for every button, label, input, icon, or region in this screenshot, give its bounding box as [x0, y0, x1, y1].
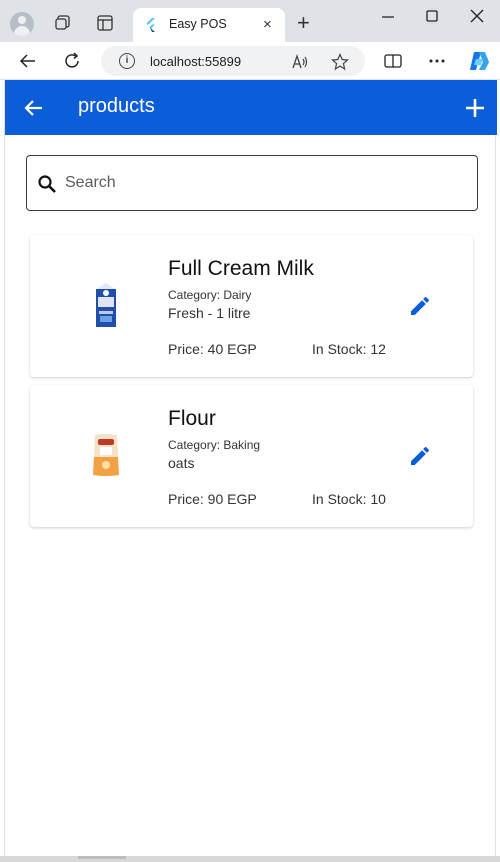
refresh-icon[interactable] [62, 51, 82, 71]
add-icon[interactable] [463, 96, 487, 120]
tab-close-icon[interactable]: × [263, 17, 272, 32]
product-card[interactable]: Flour Category: Baking oats Price: 90 EG… [30, 385, 473, 527]
url-bar[interactable]: i localhost:55899 [101, 46, 365, 76]
app-viewport: products Full Cream Milk Category: Dairy… [4, 80, 497, 860]
product-stock: In Stock: 10 [312, 491, 386, 507]
tab-title: Easy POS [169, 17, 227, 31]
minimize-icon[interactable] [377, 9, 399, 27]
milk-carton-image [96, 283, 116, 327]
window-bottom-edge [0, 856, 500, 862]
split-screen-icon[interactable] [383, 51, 403, 71]
search-field[interactable] [26, 155, 478, 211]
site-info-icon[interactable]: i [119, 53, 135, 69]
product-price: Price: 40 EGP [168, 341, 257, 357]
arrow-back-icon[interactable] [23, 97, 45, 119]
flutter-icon [146, 18, 155, 32]
product-description: oats [168, 455, 195, 471]
new-tab-button[interactable]: + [297, 12, 310, 34]
copilot-icon[interactable] [467, 49, 491, 73]
product-name: Full Cream Milk [168, 257, 314, 280]
product-category: Category: Baking [168, 438, 261, 452]
search-icon [38, 175, 56, 193]
tab-actions-icon[interactable] [96, 14, 114, 32]
product-card[interactable]: Full Cream Milk Category: Dairy Fresh - … [30, 235, 473, 377]
browser-tab[interactable]: Easy POS × [133, 8, 285, 42]
favorite-star-icon[interactable] [331, 53, 349, 71]
more-options-icon[interactable] [427, 51, 447, 71]
product-stock: In Stock: 12 [312, 341, 386, 357]
workspaces-icon[interactable] [54, 14, 72, 32]
product-name: Flour [168, 407, 216, 430]
read-aloud-icon[interactable] [291, 53, 309, 71]
maximize-icon[interactable] [421, 7, 443, 25]
close-window-icon[interactable] [466, 7, 488, 25]
app-bar: products [5, 80, 497, 135]
product-price: Price: 90 EGP [168, 491, 257, 507]
edit-icon[interactable] [408, 444, 432, 468]
url-text[interactable]: localhost:55899 [150, 54, 241, 69]
edit-icon[interactable] [408, 294, 432, 318]
browser-tab-strip: Easy POS × + [0, 0, 500, 42]
browser-back-icon[interactable] [18, 51, 38, 71]
profile-avatar-icon[interactable] [10, 12, 34, 36]
page-title: products [78, 95, 155, 117]
search-input[interactable] [65, 157, 465, 209]
flour-bag-image [93, 434, 119, 476]
product-description: Fresh - 1 litre [168, 305, 251, 321]
product-category: Category: Dairy [168, 288, 252, 302]
browser-address-bar: i localhost:55899 [0, 42, 500, 80]
